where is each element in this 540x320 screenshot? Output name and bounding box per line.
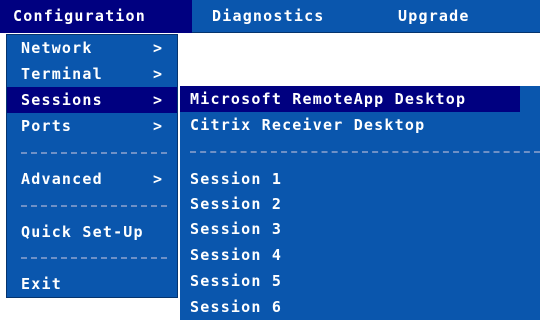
menu-configuration[interactable]: Configuration: [0, 0, 192, 33]
submenu-arrow-icon: >: [153, 170, 164, 188]
menu-item-terminal[interactable]: Terminal >: [7, 61, 177, 87]
menu-item-ports[interactable]: Ports >: [7, 113, 177, 139]
session-item-2[interactable]: Session 2: [180, 191, 520, 217]
menu-item-network[interactable]: Network >: [7, 35, 177, 61]
submenu-arrow-icon: >: [153, 91, 164, 109]
menu-item-label: Sessions: [21, 91, 103, 109]
submenu-arrow-icon: >: [153, 39, 164, 57]
session-item-citrix-receiver[interactable]: Citrix Receiver Desktop: [180, 112, 520, 138]
menu-diagnostics[interactable]: Diagnostics: [212, 0, 325, 33]
menu-item-exit[interactable]: Exit: [7, 271, 177, 297]
menu-item-label: Advanced: [21, 170, 103, 188]
session-item-6[interactable]: Session 6: [180, 294, 520, 320]
menu-upgrade[interactable]: Upgrade: [398, 0, 470, 33]
submenu-arrow-icon: >: [153, 65, 164, 83]
menu-item-quick-setup[interactable]: Quick Set-Up: [7, 219, 177, 245]
menu-item-label: Network: [21, 39, 93, 57]
menu-item-label: Quick Set-Up: [21, 223, 144, 241]
menu-separator: [21, 257, 167, 259]
menu-separator: [190, 151, 540, 153]
session-item-microsoft-remoteapp[interactable]: Microsoft RemoteApp Desktop: [180, 86, 520, 112]
configuration-menu: Network > Terminal > Sessions > Ports > …: [6, 34, 178, 298]
submenu-arrow-icon: >: [153, 117, 164, 135]
session-item-3[interactable]: Session 3: [180, 216, 520, 242]
menu-item-sessions[interactable]: Sessions >: [7, 87, 177, 113]
session-item-4[interactable]: Session 4: [180, 242, 520, 268]
menu-item-label: Exit: [21, 275, 62, 293]
sessions-submenu: Microsoft RemoteApp Desktop Citrix Recei…: [180, 86, 540, 320]
session-item-1[interactable]: Session 1: [180, 166, 520, 192]
menu-item-label: Ports: [21, 117, 73, 135]
menu-separator: [21, 152, 167, 154]
session-item-5[interactable]: Session 5: [180, 268, 520, 294]
menu-item-advanced[interactable]: Advanced >: [7, 166, 177, 192]
menu-bar: Configuration Diagnostics Upgrade: [0, 0, 540, 33]
menu-item-label: Terminal: [21, 65, 103, 83]
menu-separator: [21, 205, 167, 207]
